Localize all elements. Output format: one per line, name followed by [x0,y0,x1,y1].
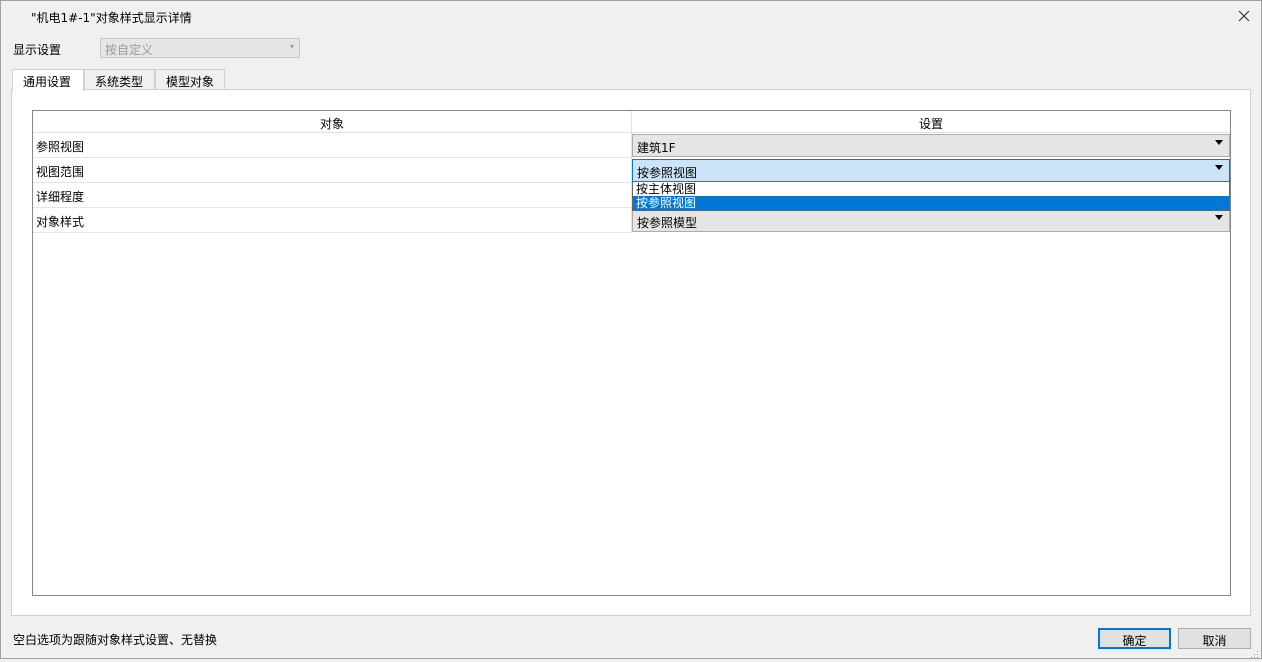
settings-grid: 对象 设置 参照视图 建筑1F 视图范围 按参照视图 详细程度 对象样式 按参照… [32,110,1231,596]
row-setting-cell: 按参照模型 [632,208,1230,233]
reference-view-combo[interactable]: 建筑1F [632,134,1230,157]
dropdown-arrow-icon [1215,215,1223,220]
column-header-object[interactable]: 对象 [33,111,632,133]
row-setting-cell: 建筑1F [632,133,1230,158]
combo-value: 按参照视图 [637,166,698,180]
view-range-combo[interactable]: 按参照视图 [632,159,1230,182]
dropdown-option-reference-view[interactable]: 按参照视图 [633,196,1229,210]
dropdown-arrow-icon [1215,140,1223,145]
table-row: 对象样式 按参照模型 [33,208,1230,233]
tab-panel: 对象 设置 参照视图 建筑1F 视图范围 按参照视图 详细程度 对象样式 按参照… [11,89,1251,616]
ok-button[interactable]: 确定 [1098,628,1171,649]
window-title: "机电1#-1"对象样式显示详情 [31,11,192,25]
close-icon[interactable] [1233,5,1255,27]
combo-value: 按参照模型 [637,216,698,230]
grid-header: 对象 设置 [33,111,1230,133]
column-header-setting[interactable]: 设置 [632,111,1230,133]
dialog-window: "机电1#-1"对象样式显示详情 显示设置 按自定义 ▾ 通用设置 系统类型 模… [0,0,1262,659]
table-row: 参照视图 建筑1F [33,133,1230,158]
row-label: 参照视图 [33,133,632,158]
footer-hint: 空白选项为跟随对象样式设置、无替换 [13,633,218,647]
display-settings-value: 按自定义 [105,43,154,57]
dropdown-arrow-icon [1215,165,1223,170]
cancel-button[interactable]: 取消 [1178,628,1251,649]
tab-system-types[interactable]: 系统类型 [84,69,155,90]
tab-model-objects[interactable]: 模型对象 [155,69,225,90]
object-style-combo[interactable]: 按参照模型 [632,209,1230,232]
row-label: 详细程度 [33,183,632,208]
tab-general-settings[interactable]: 通用设置 [12,69,84,91]
dropdown-option-host-view[interactable]: 按主体视图 [633,182,1229,196]
title-bar: "机电1#-1"对象样式显示详情 [1,1,1261,31]
row-label: 视图范围 [33,158,632,183]
row-setting-cell: 按参照视图 [632,158,1230,183]
display-settings-select[interactable]: 按自定义 ▾ [100,38,300,58]
table-row: 视图范围 按参照视图 [33,158,1230,183]
combo-value: 建筑1F [637,141,676,155]
display-settings-label: 显示设置 [13,43,62,57]
chevron-down-icon: ▾ [289,42,294,51]
view-range-dropdown-list: 按主体视图 按参照视图 [632,181,1230,211]
resize-grip-icon[interactable] [1251,648,1259,658]
row-label: 对象样式 [33,208,632,233]
